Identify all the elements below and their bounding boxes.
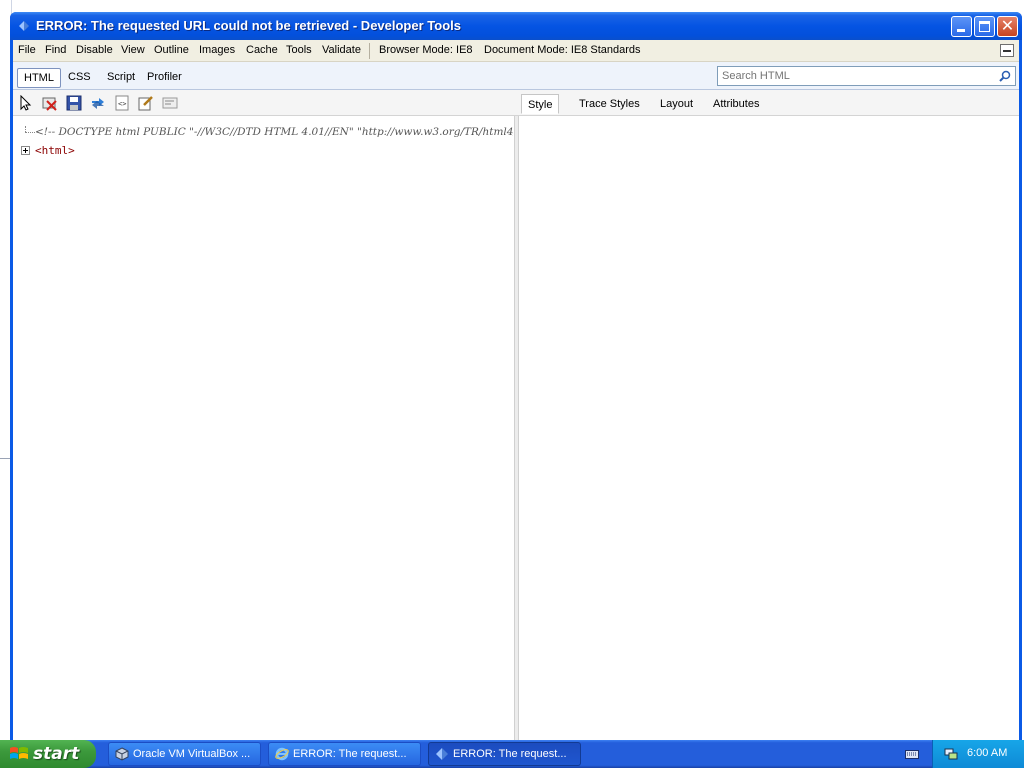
unpin-icon [1003, 50, 1011, 52]
tab-layout[interactable]: Layout [654, 94, 699, 114]
menu-file[interactable]: File [18, 44, 36, 56]
browser-mode-menu[interactable]: Browser Mode: IE8 [379, 44, 473, 56]
view-source-icon[interactable]: <> [114, 95, 130, 111]
taskbar-item-virtualbox[interactable]: Oracle VM VirtualBox ... [108, 742, 261, 766]
menu-images[interactable]: Images [199, 44, 235, 56]
search-input[interactable] [718, 67, 996, 85]
start-label: start [33, 744, 80, 764]
tab-css[interactable]: CSS [62, 68, 97, 88]
refresh-icon[interactable] [90, 95, 106, 111]
menu-find[interactable]: Find [45, 44, 66, 56]
doctype-node[interactable]: <!-- DOCTYPE html PUBLIC "-//W3C//DTD HT… [35, 126, 513, 138]
menu-validate[interactable]: Validate [322, 44, 361, 56]
keyboard-icon[interactable] [905, 748, 919, 760]
taskbar-item-internet-explorer[interactable]: ERROR: The request... [268, 742, 421, 766]
windows-logo-icon [10, 747, 28, 759]
menu-tools[interactable]: Tools [286, 44, 312, 56]
taskbar-item-developer-tools[interactable]: ERROR: The request... [428, 742, 581, 766]
menu-disable[interactable]: Disable [76, 44, 113, 56]
minimize-button[interactable] [951, 16, 972, 37]
save-icon[interactable] [66, 95, 82, 111]
expand-html-icon[interactable] [21, 146, 30, 155]
tab-trace-styles[interactable]: Trace Styles [573, 94, 646, 114]
tree-connector [25, 132, 35, 133]
system-tray: 6:00 AM [932, 740, 1024, 768]
developer-tools-icon [436, 748, 448, 760]
tab-style[interactable]: Style [521, 94, 560, 114]
svg-text:<>: <> [118, 100, 126, 108]
menu-separator [369, 43, 370, 59]
taskbar-item-label: Oracle VM VirtualBox ... [133, 748, 251, 760]
start-button[interactable]: start [0, 740, 96, 768]
search-box [717, 66, 1016, 86]
tab-script[interactable]: Script [101, 68, 141, 88]
close-button[interactable]: ✕ [997, 16, 1018, 37]
menu-view[interactable]: View [121, 44, 145, 56]
html-node[interactable]: <html> [35, 144, 75, 157]
window-title: ERROR: The requested URL could not be re… [36, 18, 461, 33]
title-bar[interactable]: ERROR: The requested URL could not be re… [10, 12, 1022, 40]
network-icon[interactable] [943, 746, 959, 762]
taskbar-item-label: ERROR: The request... [293, 748, 407, 760]
clear-browser-cache-icon[interactable] [42, 95, 58, 111]
internet-explorer-icon [275, 747, 289, 761]
search-icon[interactable] [999, 70, 1011, 82]
minimize-icon [957, 29, 965, 32]
document-mode-menu[interactable]: Document Mode: IE8 Standards [484, 44, 641, 56]
menu-cache[interactable]: Cache [246, 44, 278, 56]
window-client: File Find Disable View Outline Images Ca… [13, 40, 1019, 740]
word-wrap-icon[interactable] [162, 95, 178, 111]
tab-attributes[interactable]: Attributes [707, 94, 765, 114]
close-icon: ✕ [1000, 18, 1015, 35]
edit-icon[interactable] [138, 95, 154, 111]
developer-tools-window: ERROR: The requested URL could not be re… [10, 12, 1022, 740]
developer-tools-icon [19, 21, 29, 31]
select-element-icon[interactable] [18, 95, 34, 111]
clock[interactable]: 6:00 AM [967, 747, 1007, 759]
dom-tree-pane[interactable]: <!-- DOCTYPE html PUBLIC "-//W3C//DTD HT… [13, 116, 514, 740]
toolbar: <> Style Trace Styles Layout Attributes [13, 90, 1019, 116]
virtualbox-icon [115, 747, 129, 761]
tab-profiler[interactable]: Profiler [141, 68, 188, 88]
tab-html[interactable]: HTML [17, 68, 61, 88]
taskbar: start Oracle VM VirtualBox ... ERROR: Th… [0, 740, 1024, 768]
style-pane [519, 116, 1019, 740]
menu-outline[interactable]: Outline [154, 44, 189, 56]
maximize-button[interactable] [974, 16, 995, 37]
maximize-icon [979, 21, 990, 32]
unpin-button[interactable] [1000, 44, 1014, 57]
taskbar-item-label: ERROR: The request... [453, 748, 567, 760]
menu-bar: File Find Disable View Outline Images Ca… [13, 40, 1019, 62]
tab-bar: HTML CSS Script Profiler [13, 62, 1019, 90]
